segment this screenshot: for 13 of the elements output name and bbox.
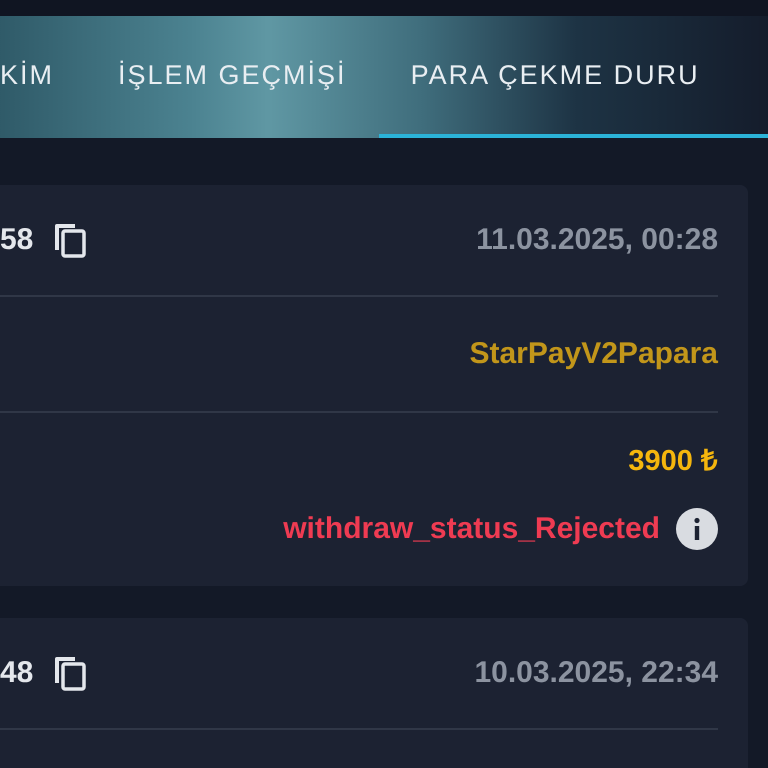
payment-method: StarPayV2Papara xyxy=(470,337,718,371)
copy-icon[interactable] xyxy=(53,222,88,258)
transaction-id: 48 xyxy=(0,656,34,690)
info-icon[interactable] xyxy=(676,508,718,550)
transaction-id: 58 xyxy=(0,223,34,257)
tab[interactable]: KİM xyxy=(0,16,86,138)
tab[interactable]: PARA ÇEKME DURU xyxy=(378,16,768,138)
amount: 3900 ₺ xyxy=(628,444,718,478)
transaction-date: 11.03.2025, 00:28 xyxy=(476,223,718,257)
tab[interactable]: İŞLEM GEÇMİŞİ xyxy=(86,16,379,138)
transaction-date: 10.03.2025, 22:34 xyxy=(474,656,718,690)
status-text: withdraw_status_Rejected xyxy=(283,512,660,546)
copy-icon[interactable] xyxy=(53,655,88,691)
